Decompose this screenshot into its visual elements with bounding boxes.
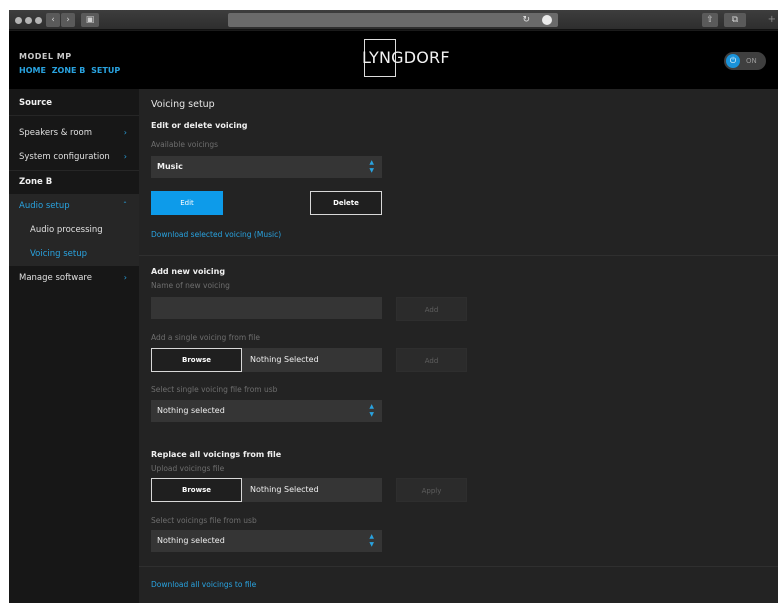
extension-icon[interactable] <box>542 15 552 25</box>
single-voicing-file-status: Nothing Selected <box>242 348 382 372</box>
back-icon[interactable]: ‹ <box>46 13 60 27</box>
upload-voicings-label: Upload voicings file <box>151 464 225 473</box>
sidebar-item-label: Audio setup <box>19 201 70 211</box>
breadcrumb-zone-b[interactable]: ZONE B <box>52 66 86 75</box>
sidebar-item-label: Manage software <box>19 273 92 283</box>
share-icon[interactable]: ⇧ <box>702 13 718 27</box>
breadcrumb-home[interactable]: HOME <box>19 66 46 75</box>
browser-toolbar: ‹ › ▣ ↻ ⇧ ⧉ + <box>9 10 778 30</box>
power-state-label: ON <box>746 57 757 65</box>
sidebar-item-audio-setup[interactable]: Audio setup ˆ <box>9 194 139 218</box>
sidebar-item-label: Source <box>19 98 53 108</box>
sidebar-item-label: Zone B <box>19 177 53 187</box>
logo-text: LYNGDORF <box>362 48 450 67</box>
delete-button[interactable]: Delete <box>310 191 382 215</box>
chevron-right-icon: › <box>123 128 127 137</box>
select-arrows-icon: ▲ ▼ <box>369 403 374 418</box>
apply-button[interactable]: Apply <box>396 478 467 502</box>
tabs-overview-icon[interactable]: ⧉ <box>724 13 746 27</box>
browse-single-voicing-button[interactable]: Browse <box>151 348 242 372</box>
reload-icon[interactable]: ↻ <box>522 13 530 27</box>
available-voicings-select[interactable]: Music ▲ ▼ <box>151 156 382 178</box>
breadcrumb-setup[interactable]: SETUP <box>91 66 120 75</box>
model-name: MODEL MP <box>19 52 72 61</box>
chevron-right-icon: › <box>123 152 127 161</box>
forward-icon[interactable]: › <box>61 13 75 27</box>
sidebar-item-zone-b[interactable]: Zone B <box>9 170 139 194</box>
new-voicing-name-label: Name of new voicing <box>151 281 230 290</box>
power-toggle[interactable]: ⏻ ON <box>724 52 766 70</box>
sidebar-item-label: Speakers & room <box>19 128 93 138</box>
sidebar-item-manage-software[interactable]: Manage software › <box>9 266 139 290</box>
browser-window: ‹ › ▣ ↻ ⇧ ⧉ + MODEL MP HOME ZONE B SETUP… <box>9 10 778 603</box>
sidebar-item-audio-processing[interactable]: Audio processing <box>9 218 139 242</box>
power-icon: ⏻ <box>726 54 740 68</box>
edit-section-title: Edit or delete voicing <box>151 121 248 130</box>
single-usb-select[interactable]: Nothing selected ▲ ▼ <box>151 400 382 422</box>
divider <box>9 115 139 116</box>
new-tab-icon[interactable]: + <box>768 13 776 27</box>
section-divider <box>139 255 778 256</box>
replace-section-title: Replace all voicings from file <box>151 450 282 459</box>
single-usb-label: Select single voicing file from usb <box>151 385 278 394</box>
section-divider <box>139 566 778 567</box>
select-value: Music <box>157 162 183 171</box>
voicings-file-status: Nothing Selected <box>242 478 382 502</box>
add-from-file-button[interactable]: Add <box>396 348 467 372</box>
edit-button[interactable]: Edit <box>151 191 223 215</box>
voicings-usb-label: Select voicings file from usb <box>151 516 257 525</box>
minimize-window-icon[interactable] <box>25 17 32 24</box>
chevron-up-icon: ˆ <box>123 201 127 210</box>
add-new-voicing-button[interactable]: Add <box>396 297 467 321</box>
select-value: Nothing selected <box>157 536 225 545</box>
breadcrumb: HOME ZONE B SETUP <box>19 66 123 75</box>
address-bar[interactable]: ↻ <box>228 13 558 27</box>
close-window-icon[interactable] <box>15 17 22 24</box>
sidebar-item-system-configuration[interactable]: System configuration › <box>9 145 139 169</box>
app-header: MODEL MP HOME ZONE B SETUP LYNGDORF ⏻ ON <box>9 31 778 89</box>
sidebar-item-voicing-setup[interactable]: Voicing setup <box>9 242 139 266</box>
lyngdorf-logo: LYNGDORF <box>358 39 450 77</box>
select-arrows-icon: ▲ ▼ <box>369 159 374 174</box>
sidebar-item-label: Voicing setup <box>30 249 88 259</box>
sidebar-item-speakers-room[interactable]: Speakers & room › <box>9 121 139 145</box>
sidebar: Source Speakers & room › System configur… <box>9 89 139 603</box>
select-arrows-icon: ▲ ▼ <box>369 533 374 548</box>
sidebar-item-source[interactable]: Source <box>9 91 139 115</box>
zoom-window-icon[interactable] <box>35 17 42 24</box>
main-panel: Voicing setup Edit or delete voicing Ava… <box>139 89 778 603</box>
download-selected-voicing-link[interactable]: Download selected voicing (Music) <box>151 230 281 239</box>
voicings-usb-select[interactable]: Nothing selected ▲ ▼ <box>151 530 382 552</box>
browse-voicings-file-button[interactable]: Browse <box>151 478 242 502</box>
add-section-title: Add new voicing <box>151 267 226 276</box>
sidebar-item-label: Audio processing <box>30 225 103 235</box>
sidebar-toggle-icon[interactable]: ▣ <box>81 13 99 27</box>
available-voicings-label: Available voicings <box>151 140 219 149</box>
page-title: Voicing setup <box>151 99 215 110</box>
new-voicing-name-input[interactable] <box>151 297 382 319</box>
add-from-file-label: Add a single voicing from file <box>151 333 260 342</box>
chevron-right-icon: › <box>123 273 127 282</box>
select-value: Nothing selected <box>157 406 225 415</box>
download-all-voicings-link[interactable]: Download all voicings to file <box>151 580 256 589</box>
sidebar-item-label: System configuration <box>19 152 110 162</box>
